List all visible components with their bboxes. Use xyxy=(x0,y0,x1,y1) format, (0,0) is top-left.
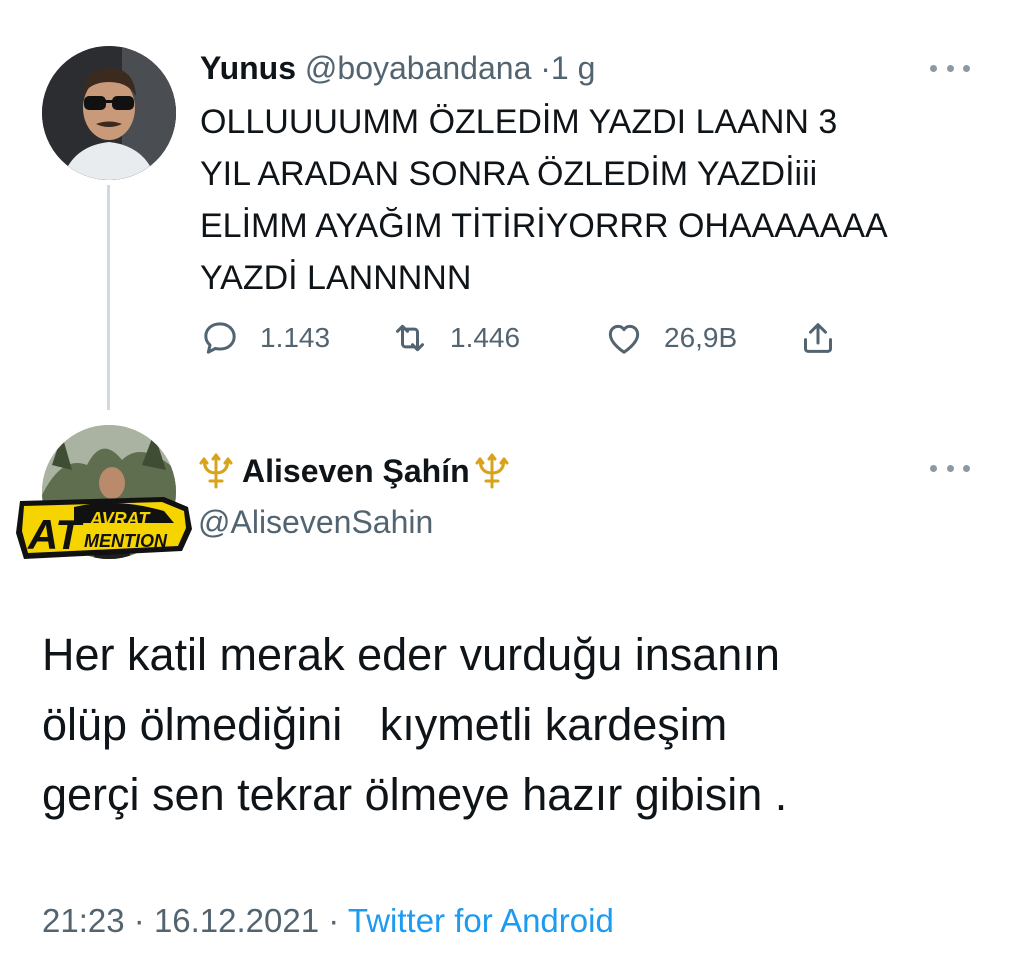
more-dot xyxy=(946,64,954,72)
more-dot xyxy=(930,464,937,472)
reply-author-handle[interactable]: @AlisevenSahin xyxy=(198,500,433,544)
svg-text:MENTION: MENTION xyxy=(84,531,168,551)
avatar-yunus[interactable] xyxy=(42,46,176,180)
trident-icon xyxy=(199,453,233,489)
parent-tweet-text: OLLUUUUMM ÖZLEDİM YAZDI LAANN 3 YIL ARAD… xyxy=(200,96,990,304)
like-count: 26,9B xyxy=(664,322,738,353)
tweet-line: YIL ARADAN SONRA ÖZLEDİM YAZDİiii xyxy=(200,155,818,193)
reply-author-name-row[interactable]: Aliseven Şahín xyxy=(198,447,510,495)
separator-dot: · xyxy=(133,902,145,939)
avrat-mention-badge: AT AVRAT MENTION xyxy=(14,493,194,563)
avatar-image xyxy=(42,46,176,180)
author-handle[interactable]: @boyabandana xyxy=(305,50,531,86)
tweet-source-link[interactable]: Twitter for Android xyxy=(348,902,614,939)
tweet-line: OLLUUUUMM ÖZLEDİM YAZDI LAANN 3 xyxy=(200,103,838,141)
reply-author-name[interactable]: Aliseven Şahín xyxy=(242,453,470,490)
trident-icon xyxy=(475,453,509,489)
tweet-meta: 21:23 · 16.12.2021 · Twitter for Android xyxy=(42,898,614,944)
retweet-button[interactable]: 1.446 xyxy=(390,313,520,363)
heart-icon xyxy=(608,324,640,354)
reply-button[interactable]: 1.143 xyxy=(200,313,330,363)
tweet-time[interactable]: 1 g xyxy=(551,50,595,86)
like-button[interactable]: 26,9B xyxy=(604,313,737,363)
more-dot xyxy=(930,64,937,72)
share-button[interactable] xyxy=(798,313,858,363)
tweet-actions-bar: 1.143 1.446 26,9B xyxy=(200,313,880,363)
share-icon xyxy=(804,323,832,353)
reply-tweet-text: Her katil merak eder vurduğu insanın ölüp… xyxy=(42,620,992,830)
trident-emoji-left xyxy=(198,451,234,491)
svg-text:AT: AT xyxy=(27,511,84,558)
thread-connector-line xyxy=(107,185,110,410)
tweet-line: gerçi sen tekrar ölmeye hazır gibisin . xyxy=(42,769,788,820)
badge-logo: AT AVRAT MENTION xyxy=(16,497,192,559)
more-options-button[interactable] xyxy=(930,458,970,478)
tweet-line: ELİMM AYAĞIM TİTİRİYORRR OHAAAAAAA xyxy=(200,207,888,245)
more-dot xyxy=(963,464,970,472)
trident-emoji-right xyxy=(474,451,510,491)
tweet-line: YAZDİ LANNNNN xyxy=(200,259,472,297)
tweet-line: Her katil merak eder vurduğu insanın xyxy=(42,629,780,680)
tweet-time[interactable]: 21:23 xyxy=(42,902,125,939)
retweet-icon xyxy=(396,324,424,352)
speech-bubble-icon xyxy=(204,322,236,354)
more-options-button[interactable] xyxy=(930,58,970,78)
more-dot xyxy=(946,464,954,472)
separator-dot: · xyxy=(540,50,551,86)
tweet-line: ölüp ölmediğini kıymetli kardeşim xyxy=(42,699,728,750)
parent-tweet-header: Yunus @boyabandana ·1 g xyxy=(200,46,595,90)
reply-count: 1.143 xyxy=(260,322,331,353)
more-dot xyxy=(963,64,970,72)
retweet-count: 1.446 xyxy=(450,322,521,353)
svg-text:AVRAT: AVRAT xyxy=(89,509,151,529)
separator-dot: · xyxy=(328,902,340,939)
tweet-date[interactable]: 16.12.2021 xyxy=(154,902,319,939)
author-name[interactable]: Yunus xyxy=(200,50,296,86)
